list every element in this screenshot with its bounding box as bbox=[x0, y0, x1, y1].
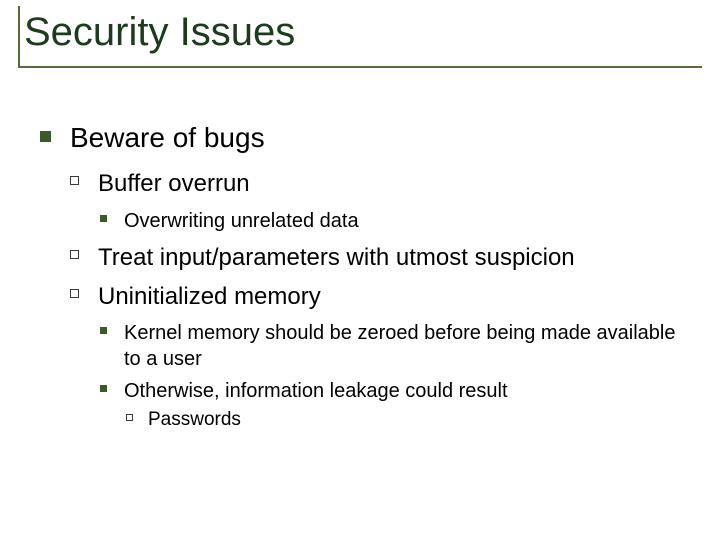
bullet-l1: Beware of bugs Buffer overrun Overwritin… bbox=[40, 120, 690, 433]
bullet-list-level4: Passwords bbox=[124, 408, 690, 433]
bullet-l2: Buffer overrun Overwriting unrelated dat… bbox=[70, 168, 690, 233]
bullet-l2: Treat input/parameters with utmost suspi… bbox=[70, 242, 690, 273]
bullet-list-level1: Beware of bugs Buffer overrun Overwritin… bbox=[40, 120, 690, 433]
bullet-l3-text: Kernel memory should be zeroed before be… bbox=[124, 322, 675, 370]
slide: Security Issues Beware of bugs Buffer ov… bbox=[0, 0, 720, 540]
bullet-l2-text: Uninitialized memory bbox=[98, 283, 321, 310]
slide-content: Beware of bugs Buffer overrun Overwritin… bbox=[40, 120, 690, 447]
bullet-l4: Passwords bbox=[124, 408, 690, 433]
bullet-l1-text: Beware of bugs bbox=[70, 122, 265, 153]
bullet-l2-text: Buffer overrun bbox=[98, 170, 250, 197]
bullet-list-level3: Overwriting unrelated data bbox=[98, 208, 690, 234]
bullet-l2: Uninitialized memory Kernel memory shoul… bbox=[70, 281, 690, 433]
bullet-l3: Kernel memory should be zeroed before be… bbox=[98, 320, 690, 372]
bullet-l3: Overwriting unrelated data bbox=[98, 208, 690, 234]
title-container: Security Issues bbox=[18, 6, 702, 68]
bullet-list-level2: Buffer overrun Overwriting unrelated dat… bbox=[70, 168, 690, 432]
bullet-l4-text: Passwords bbox=[148, 409, 241, 430]
bullet-list-level3: Kernel memory should be zeroed before be… bbox=[98, 320, 690, 433]
bullet-l3-text: Otherwise, information leakage could res… bbox=[124, 380, 508, 402]
title-rule-left bbox=[18, 6, 20, 68]
bullet-l3: Otherwise, information leakage could res… bbox=[98, 378, 690, 433]
slide-title: Security Issues bbox=[24, 10, 702, 54]
bullet-l3-text: Overwriting unrelated data bbox=[124, 210, 359, 232]
bullet-l2-text: Treat input/parameters with utmost suspi… bbox=[98, 244, 575, 271]
